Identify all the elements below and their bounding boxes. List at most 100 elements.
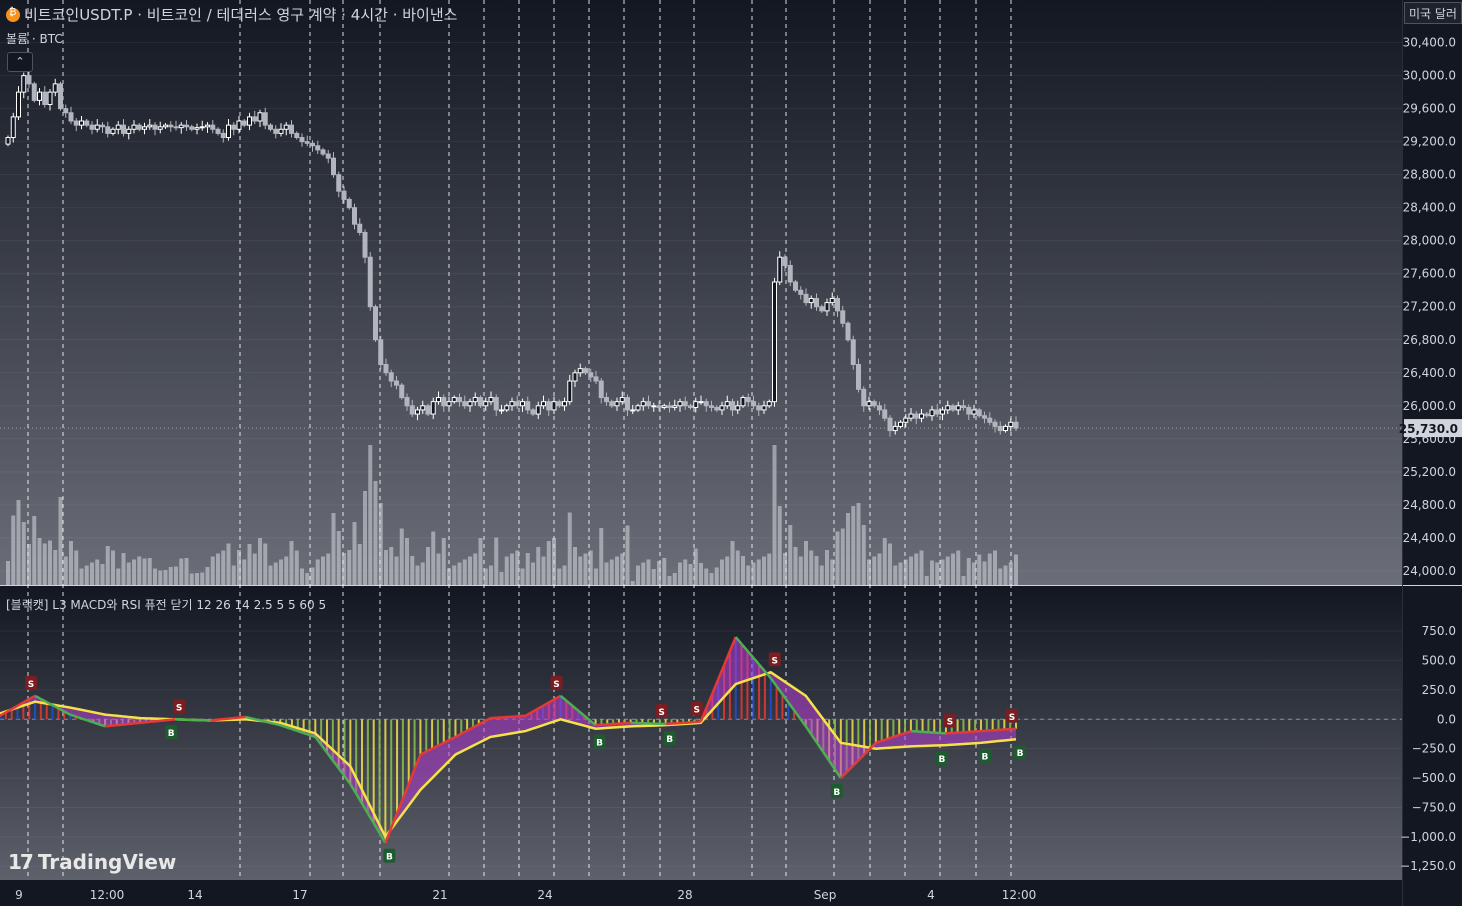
histogram-bar bbox=[892, 719, 895, 737]
signal-label: B bbox=[596, 739, 603, 749]
signal-label: S bbox=[176, 703, 182, 713]
candle-body bbox=[667, 405, 672, 408]
histogram-bar bbox=[904, 719, 907, 734]
candle-body bbox=[530, 409, 536, 415]
volume-bar bbox=[678, 562, 682, 585]
candle-body bbox=[89, 124, 95, 130]
chevron-up-icon[interactable]: ⌃ bbox=[7, 52, 33, 72]
candle-body bbox=[472, 397, 478, 403]
currency-button[interactable]: 미국 달러 bbox=[1404, 2, 1462, 24]
volume-bar bbox=[195, 573, 199, 585]
histogram-bar bbox=[962, 719, 965, 733]
histogram-bar bbox=[372, 719, 375, 824]
candle-body bbox=[703, 401, 709, 407]
tradingview-logo[interactable]: 17 TradingView bbox=[8, 850, 176, 874]
fast-line-segment bbox=[128, 722, 135, 726]
last-price-label: 25,730.0 bbox=[1399, 422, 1458, 436]
candle-body bbox=[871, 401, 877, 407]
candle-body bbox=[37, 91, 42, 101]
volume-bar bbox=[137, 556, 142, 585]
volume-bar bbox=[426, 547, 430, 585]
candle-body bbox=[583, 368, 588, 374]
candle-body bbox=[572, 372, 578, 382]
volume-bar bbox=[436, 553, 441, 585]
fast-line-segment bbox=[145, 720, 152, 724]
candle-body bbox=[10, 116, 16, 139]
candle-body bbox=[478, 397, 483, 407]
price-pane-bg bbox=[0, 0, 1402, 585]
histogram-bar bbox=[869, 719, 872, 749]
time-tick-label: 12:00 bbox=[90, 888, 125, 902]
fast-line-segment bbox=[151, 719, 158, 723]
signal-label: B bbox=[1017, 749, 1024, 759]
volume-bar bbox=[11, 515, 16, 585]
volume-bar bbox=[531, 562, 535, 585]
candle-body bbox=[210, 124, 216, 130]
candle-body bbox=[425, 405, 431, 415]
volume-bar bbox=[200, 572, 205, 585]
volume-bar bbox=[788, 525, 793, 585]
chart-canvas[interactable]: S S B B S B S B S S B S B B S B 30,400.0 30,000.0 29,600.… bbox=[0, 0, 1462, 906]
candle-body bbox=[850, 339, 856, 366]
histogram-bar bbox=[401, 719, 404, 799]
price-tick-label: 26,000.0 bbox=[1403, 399, 1456, 413]
volume-bar bbox=[777, 506, 782, 585]
fast-line-segment bbox=[163, 718, 170, 722]
volume-bar bbox=[415, 565, 420, 585]
volume-bar bbox=[741, 556, 745, 585]
candle-body bbox=[845, 322, 851, 341]
candle-body bbox=[709, 405, 714, 408]
volume-bar bbox=[27, 544, 31, 585]
signal-label: B bbox=[386, 853, 393, 863]
candle-body bbox=[105, 126, 111, 134]
candle-body bbox=[835, 297, 840, 312]
symbol-title: 비트코인USDT.P · 비트코인 / 테더러스 영구 계약 · 4시간 · 바… bbox=[24, 6, 458, 24]
candle-body bbox=[609, 401, 615, 407]
candle-body bbox=[194, 127, 200, 130]
volume-bar bbox=[515, 550, 520, 585]
candle-body bbox=[457, 397, 462, 403]
candle-body bbox=[1008, 421, 1014, 427]
volume-bar bbox=[90, 562, 94, 585]
macd-tick-label: 250.0 bbox=[1422, 683, 1456, 697]
volume-bar bbox=[32, 516, 37, 585]
volume-bar bbox=[95, 559, 100, 585]
candle-body bbox=[761, 405, 767, 411]
candle-body bbox=[79, 120, 84, 126]
candle-body bbox=[556, 401, 562, 407]
volume-bar bbox=[363, 491, 367, 585]
fast-line-segment bbox=[239, 715, 246, 719]
fast-line-segment bbox=[122, 722, 129, 726]
volume-bar bbox=[326, 553, 331, 585]
volume-bar bbox=[452, 565, 457, 585]
volume-bar bbox=[405, 538, 409, 585]
fast-line-segment bbox=[140, 721, 147, 725]
volume-bar bbox=[688, 564, 693, 585]
macd-tick-label: −750.0 bbox=[1412, 800, 1456, 814]
chart-title[interactable]: 비트코인USDT.P · 비트코인 / 테더러스 영구 계약 · 4시간 · 바… bbox=[6, 4, 457, 25]
time-tick-label: 4 bbox=[927, 888, 935, 902]
volume-bar bbox=[720, 559, 724, 585]
candle-body bbox=[184, 124, 189, 128]
volume-bar bbox=[583, 553, 588, 585]
candle-body bbox=[68, 112, 74, 122]
volume-bar bbox=[378, 503, 383, 585]
volume-bar bbox=[37, 538, 42, 585]
candle-body bbox=[740, 397, 746, 407]
volume-bar bbox=[336, 531, 341, 585]
candle-body bbox=[289, 124, 294, 134]
candle-body bbox=[31, 83, 37, 101]
volume-bar bbox=[111, 550, 115, 585]
price-tick-label: 29,600.0 bbox=[1403, 102, 1456, 116]
signal-label: B bbox=[168, 729, 175, 739]
candle-body bbox=[63, 108, 69, 114]
signal-label: B bbox=[982, 753, 989, 763]
candle-body bbox=[110, 128, 116, 134]
candle-body bbox=[231, 124, 237, 130]
volume-bar bbox=[856, 503, 861, 585]
volume-bar bbox=[16, 500, 21, 585]
indicator-legend[interactable]: [블랙캣] L3 MACD와 RSI 퓨전 닫기 12 26 14 2.5 5 … bbox=[6, 596, 326, 613]
candle-body bbox=[346, 198, 352, 209]
volume-legend[interactable]: 볼륨 · BTC bbox=[6, 30, 63, 47]
volume-bar bbox=[468, 556, 472, 585]
